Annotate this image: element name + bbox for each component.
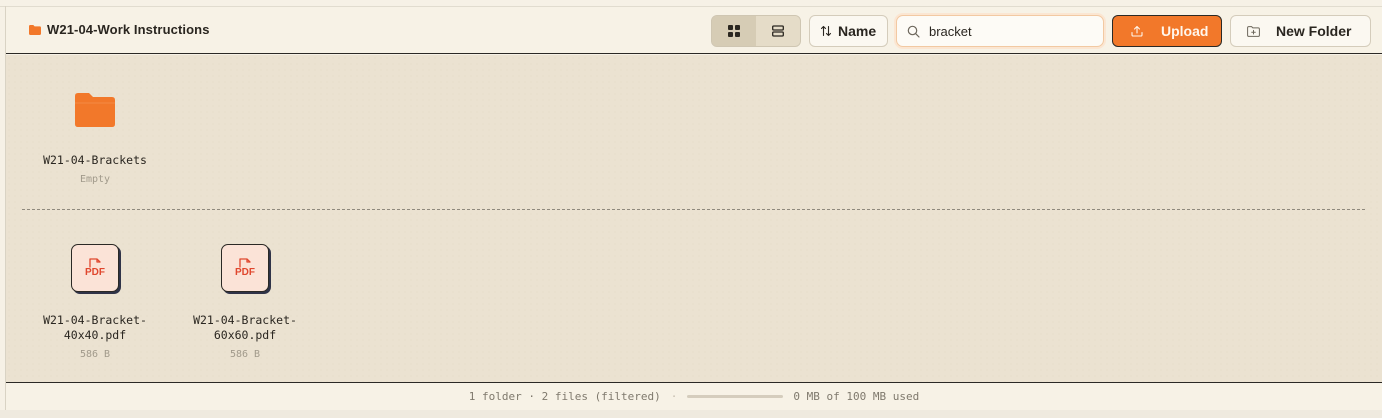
folder-name: W21-04-Brackets [43,153,147,167]
file-tile[interactable]: PDF W21-04-Bracket- 60x60.pdf 586 B [185,244,305,360]
search-box[interactable] [896,15,1104,47]
file-name-line-1: W21-04-Bracket- [193,313,297,327]
status-summary: 1 folder · 2 files (filtered) [468,390,661,403]
folder-tile[interactable]: W21-04-Brackets Empty [35,93,155,185]
file-name-line-1: W21-04-Bracket- [43,313,147,327]
view-toggle [711,15,801,47]
new-folder-label: New Folder [1276,23,1352,39]
file-type-label: PDF [235,267,255,278]
current-folder-title: W21-04-Work Instructions [47,22,210,37]
search-icon [907,25,920,38]
folder-plus-icon [1247,25,1260,37]
pdf-file-icon: PDF [71,244,119,292]
breadcrumb[interactable]: W21-04-Work Instructions [29,22,210,37]
folder-meta: Empty [79,174,111,185]
file-browser-area: W21-04-Brackets Empty PDF W21-04-Bracket… [6,55,1382,382]
folder-icon [75,93,115,127]
section-divider [22,209,1365,210]
list-view-button[interactable] [756,16,800,46]
list-icon [772,25,784,37]
search-input[interactable] [929,23,1089,39]
storage-usage-text: 0 MB of 100 MB used [793,390,920,403]
file-type-label: PDF [85,267,105,278]
file-size: 586 B [229,349,261,360]
new-folder-button[interactable]: New Folder [1230,15,1371,47]
status-separator: · [670,390,678,403]
status-bar: 1 folder · 2 files (filtered) · 0 MB of … [6,382,1382,410]
upload-button[interactable]: Upload [1112,15,1222,47]
file-size: 586 B [79,349,111,360]
storage-usage-bar [687,395,784,398]
sort-label: Name [838,23,877,39]
file-tile[interactable]: PDF W21-04-Bracket- 40x40.pdf 586 B [35,244,155,360]
sort-icon [820,25,832,37]
file-name-line-2: 60x60.pdf [213,328,277,342]
upload-label: Upload [1161,23,1209,39]
sort-button[interactable]: Name [809,15,888,47]
bottom-strip [0,410,1382,418]
folder-icon [29,24,41,35]
grid-view-button[interactable] [712,16,756,46]
file-name-line-2: 40x40.pdf [63,328,127,342]
grid-icon [728,25,740,37]
upload-icon [1131,25,1143,37]
pdf-file-icon: PDF [221,244,269,292]
toolbar: W21-04-Work Instructions Name bracket Up… [6,7,1382,54]
